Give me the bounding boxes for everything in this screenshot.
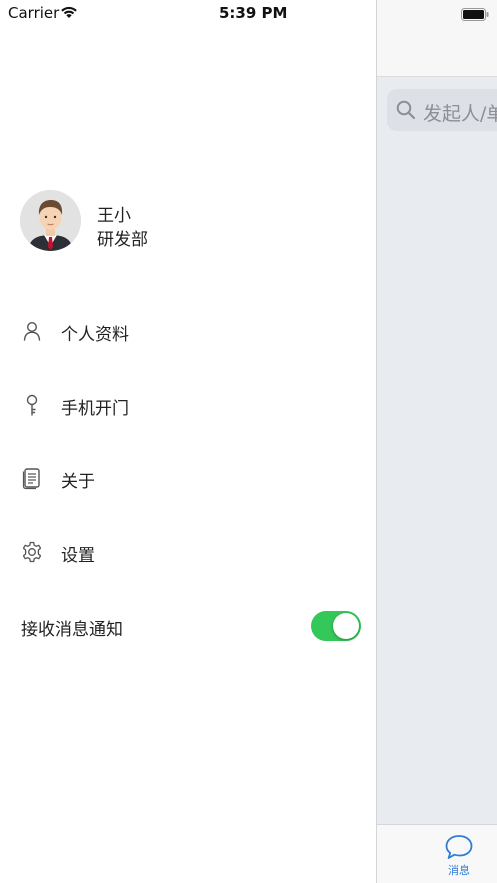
avatar[interactable] xyxy=(20,190,81,251)
tab-bar: 消息 xyxy=(377,824,497,883)
menu-item-phone-unlock[interactable]: 手机开门 xyxy=(0,383,376,427)
key-icon xyxy=(20,393,44,417)
notification-label: 接收消息通知 xyxy=(21,620,123,640)
status-time: 5:39 PM xyxy=(219,4,288,22)
main-screen[interactable]: 发起人/单 消息 xyxy=(376,0,497,883)
menu-item-label: 关于 xyxy=(61,472,95,492)
user-department: 研发部 xyxy=(97,230,148,250)
menu-item-profile[interactable]: 个人资料 xyxy=(0,309,376,353)
chat-bubble-icon xyxy=(441,833,477,861)
document-icon xyxy=(20,466,44,490)
menu-item-settings[interactable]: 设置 xyxy=(0,530,376,574)
avatar-illustration xyxy=(20,190,81,251)
wifi-icon xyxy=(60,4,78,18)
menu-item-label: 个人资料 xyxy=(61,325,129,345)
person-icon xyxy=(20,319,44,343)
side-drawer: 王小 研发部 个人资料 手机开门 关于 设置 接收消息通知 xyxy=(0,0,376,883)
user-name: 王小 xyxy=(97,206,131,226)
gear-icon xyxy=(20,540,44,564)
tab-messages-label: 消息 xyxy=(448,864,470,877)
notification-row: 接收消息通知 xyxy=(0,604,376,648)
search-placeholder: 发起人/单 xyxy=(423,103,497,125)
status-bar: Carrier 5:39 PM xyxy=(0,0,497,26)
toggle-knob xyxy=(333,613,359,639)
notification-toggle[interactable] xyxy=(311,611,361,641)
menu-item-label: 手机开门 xyxy=(61,399,129,419)
menu-item-about[interactable]: 关于 xyxy=(0,456,376,500)
battery-icon xyxy=(461,6,489,21)
search-bar[interactable]: 发起人/单 xyxy=(387,89,497,131)
menu-item-label: 设置 xyxy=(61,546,95,566)
carrier-label: Carrier xyxy=(8,4,60,22)
tab-messages[interactable]: 消息 xyxy=(441,833,477,878)
search-icon xyxy=(396,100,416,120)
